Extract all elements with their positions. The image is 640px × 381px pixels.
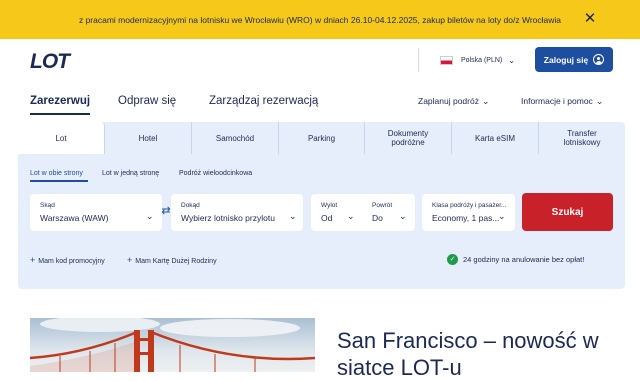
nav-plan-trip[interactable]: Zaplanuj podróż ⌄ [418,96,490,107]
date-field[interactable]: Wylot Od ⌄ Powrót Do ⌄ [311,194,415,231]
plus-icon: + [30,255,36,265]
banner-text: z pracami modernizacyjnymi na lotnisku w… [78,14,562,25]
chevron-down-icon: ⌄ [595,96,604,106]
check-circle-icon: ✓ [447,254,458,265]
tab-label: Dokumenty [387,129,429,138]
header-divider [418,48,419,72]
class-value: Economy, 1 pas... [432,213,500,223]
tab-airport-transfer[interactable]: Transfer lotniskowy [539,122,625,154]
guarantee-text: 24 godziny na anulowanie bez opłat! [463,255,585,264]
trip-round[interactable]: Lot w obie strony [30,170,83,177]
tab-label: Samochód [215,133,255,143]
close-icon[interactable]: ✕ [582,11,598,27]
chevron-down-icon: ⌄ [399,211,407,221]
to-field[interactable]: Dokąd Wybierz lotnisko przylotu ⌄ [171,194,303,231]
nav-book[interactable]: Zarezerwuj [30,95,90,107]
info-banner: z pracami modernizacyjnymi na lotnisku w… [0,0,640,39]
golden-gate-bridge-image[interactable] [30,318,315,372]
nav-active-underline [30,113,90,115]
promo-code-label: Mam kod promocyjny [38,258,105,265]
login-label: Zaloguj się [543,54,589,65]
plus-icon: + [127,255,133,265]
return-value: Do [372,213,383,223]
tab-car[interactable]: Samochód [192,122,279,154]
nav-info-help-label: Informacje i pomoc [521,96,593,106]
tab-label: Karta eSIM [474,133,515,143]
chevron-down-icon: ⌄ [498,211,506,221]
trip-multi-city[interactable]: Podróż wieloodcinkowa [179,170,252,177]
tab-flight[interactable]: Lot [18,122,105,154]
tab-label: Hotel [138,133,158,143]
chevron-down-icon: ⌄ [347,211,355,221]
chevron-down-icon: ⌄ [289,211,297,221]
to-label: Dokąd [181,202,200,209]
class-label: Klasa podróży i pasażer... [432,202,507,209]
chevron-down-icon: ⌄ [146,211,154,221]
trip-active-underline [30,180,88,182]
trip-one-way[interactable]: Lot w jedną stronę [102,170,159,177]
tab-label: Lot [55,133,67,143]
nav-manage[interactable]: Zarządzaj rezerwacją [209,95,318,107]
to-value: Wybierz lotnisko przylotu [181,213,275,223]
cancellation-guarantee: ✓ 24 godziny na anulowanie bez opłat! [447,254,584,265]
tab-label: Parking [307,133,336,143]
svg-text:LOT: LOT [30,50,72,73]
tab-label: Transfer [567,129,597,138]
language-label: Polska (PLN) [461,56,503,64]
family-card-label: Mam Kartę Dużej Rodziny [135,258,217,265]
class-passengers-field[interactable]: Klasa podróży i pasażer... Economy, 1 pa… [422,194,515,231]
user-icon [593,54,605,65]
nav-info-help[interactable]: Informacje i pomoc ⌄ [521,96,603,107]
from-field[interactable]: Skąd Warszawa (WAW) ⌄ [30,194,162,231]
tab-travel-documents[interactable]: Dokumenty podróżne [365,122,452,154]
language-selector[interactable]: Polska (PLN) ⌄ [440,52,515,68]
search-button[interactable]: Szukaj [522,193,613,231]
family-card-link[interactable]: + Mam Kartę Dużej Rodziny [127,255,217,265]
nav-checkin[interactable]: Odpraw się [118,95,176,107]
tab-hotel[interactable]: Hotel [105,122,192,154]
from-value: Warszawa (WAW) [40,213,109,223]
tab-label-line2: lotniskowy [563,138,601,147]
booking-tabs: Lot Hotel Samochód Parking Dokumenty podr… [18,122,625,154]
promo-code-link[interactable]: + Mam kod promocyjny [30,255,105,265]
promo-title[interactable]: San Francisco – nowość w siatce LOT-u [337,327,617,381]
depart-label: Wylot [321,202,338,209]
nav-plan-trip-label: Zaplanuj podróż [418,96,479,106]
login-button[interactable]: Zaloguj się [535,47,613,72]
from-label: Skąd [40,202,55,209]
tab-parking[interactable]: Parking [279,122,365,154]
depart-value: Od [321,213,333,223]
return-label: Powrót [372,202,393,209]
tab-esim[interactable]: Karta eSIM [452,122,539,154]
chevron-down-icon: ⌄ [481,96,490,106]
poland-flag-icon [440,55,453,65]
lot-logo[interactable]: LOT [30,49,86,73]
chevron-down-icon: ⌄ [508,55,515,65]
tab-label-line2: podróżne [391,138,425,147]
